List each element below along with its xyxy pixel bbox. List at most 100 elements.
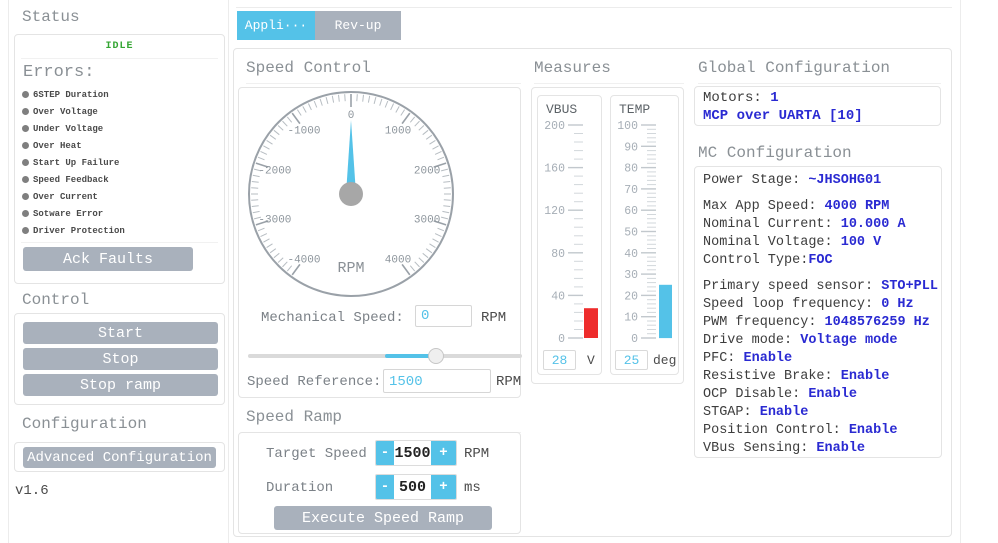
mc-config-value: Enable [840,369,890,384]
mc-config-value: Enable [759,405,809,420]
svg-text:90: 90 [624,141,638,154]
mc-config-line: Speed loop frequency: 0 Hz [703,296,933,314]
error-item: Over Voltage [22,103,220,120]
mc-config-value: Voltage mode [800,333,898,348]
tab-revup[interactable]: Rev-up [315,11,401,40]
vbus-bar-gauge: 0 40 80 120 160 200 [544,120,598,346]
mc-config-group: Primary speed sensor: STO+PLL Speed loop … [703,278,938,457]
control-section-title: Control [22,291,90,309]
target-speed-input[interactable]: 1500 [394,441,431,465]
error-label: 6STEP Duration [33,89,109,100]
speed-slider[interactable] [248,348,522,364]
temp-unit: deg [653,353,677,368]
speed-ramp-title: Speed Ramp [246,408,521,433]
speed-reference-input[interactable]: 1500 [383,369,491,393]
tab-application[interactable]: Appli··· [237,11,315,40]
dial-hub [339,182,363,206]
stop-ramp-button[interactable]: Stop ramp [23,374,218,396]
mc-config-group: Max App Speed: 4000 RPM Nominal Current: … [703,198,933,270]
mcp-link: MCP over UARTA [10] [703,108,863,124]
error-label: Start Up Failure [33,157,120,168]
speed-reference-unit: RPM [496,374,522,390]
error-dot-icon [22,91,29,98]
duration-label: Duration [266,480,334,496]
svg-text:40: 40 [551,290,565,303]
mc-config-line: Primary speed sensor: STO+PLL [703,278,938,296]
status-section-title: Status [22,8,80,26]
duration-input[interactable]: 500 [394,475,431,499]
speed-reference-label: Speed Reference: [247,374,382,390]
mc-config-line: Position Control: Enable [703,422,933,440]
svg-text:2000: 2000 [414,165,440,177]
temp-meter: TEMP 0 10 20 30 40 50 60 70 80 90 100 25 deg [610,95,679,375]
measures-card: VBUS 0 40 80 120 160 200 28 V TEMP 0 10 20 30 40 5… [531,87,684,384]
advanced-configuration-button[interactable]: Advanced Configuration [23,447,216,468]
duration-increment-button[interactable]: + [431,475,456,499]
execute-ramp-button[interactable]: Execute Speed Ramp [274,506,492,530]
error-dot-icon [22,176,29,183]
global-config-card: Motors: 1 MCP over UARTA [10] [694,86,941,126]
right-divider [960,0,961,543]
mc-config-value: Enable [808,387,857,402]
duration-stepper: - 500 + [375,474,457,500]
main-top-border [236,7,952,8]
error-dot-icon [22,108,29,115]
target-speed-decrement-button[interactable]: - [376,441,394,465]
target-speed-increment-button[interactable]: + [431,441,456,465]
svg-text:70: 70 [624,184,638,197]
errors-list: 6STEP Duration Over Voltage Under Voltage O… [22,86,220,239]
status-divider [21,58,218,59]
target-speed-stepper: - 1500 + [375,440,457,466]
svg-text:160: 160 [544,163,565,176]
configuration-section-title: Configuration [22,415,147,433]
mc-config-label: OCP Disable: [703,387,809,402]
mc-config-line: Control Type:FOC [703,252,933,270]
target-speed-unit: RPM [464,446,490,462]
svg-text:50: 50 [624,227,638,240]
error-label: Over Current [33,191,98,202]
ack-faults-button[interactable]: Ack Faults [23,247,193,271]
svg-text:10: 10 [624,312,638,325]
mc-config-line: Max App Speed: 4000 RPM [703,198,933,216]
mc-config-label: Position Control: [703,423,849,438]
mechanical-speed-input[interactable]: 0 [415,305,472,327]
svg-text:-3000: -3000 [258,215,291,227]
svg-text:40: 40 [624,248,638,261]
svg-text:80: 80 [551,248,565,261]
speed-control-title: Speed Control [246,59,521,84]
svg-text:30: 30 [624,269,638,282]
motors-line: Motors: 1 [703,89,932,107]
error-item: Over Current [22,188,220,205]
mc-config-value: Enable [848,423,898,438]
error-label: Over Voltage [33,106,98,117]
temp-bar-gauge-bar [659,284,672,339]
mc-config-value: 10.000 A [840,217,906,232]
duration-unit: ms [464,480,481,496]
start-button[interactable]: Start [23,322,218,344]
mc-config-label: Nominal Voltage: [703,235,841,250]
error-item: Driver Protection [22,222,220,239]
slider-thumb[interactable] [428,348,445,364]
status-card: IDLE Errors: 6STEP Duration Over Voltage U… [14,34,225,284]
mc-config-line: PWM frequency: 1048576259 Hz [703,314,933,332]
error-item: Speed Feedback [22,171,220,188]
mc-config-value: 4000 RPM [824,199,890,214]
mc-config-line: OCP Disable: Enable [703,386,933,404]
temp-value-input[interactable]: 25 [615,350,648,370]
error-dot-icon [22,159,29,166]
svg-text:100: 100 [617,120,638,133]
errors-divider [21,242,218,243]
status-value: IDLE [105,41,134,52]
vbus-value-input[interactable]: 28 [543,350,576,370]
error-dot-icon [22,125,29,132]
vbus-unit: V [587,353,595,368]
speed-dial: -4000 -3000 -2000 -1000 0 1000 2000 3000 4000 RPM [246,89,456,301]
error-item: Sotware Error [22,205,220,222]
mc-config-label: PFC: [703,351,744,366]
stop-button[interactable]: Stop [23,348,218,370]
duration-decrement-button[interactable]: - [376,475,394,499]
temp-bar-gauge: 0 10 20 30 40 50 60 70 80 90 100 [617,120,672,346]
mc-config-label: STGAP: [703,405,760,420]
configuration-card: Advanced Configuration [14,442,225,472]
svg-text:-4000: -4000 [287,255,320,267]
